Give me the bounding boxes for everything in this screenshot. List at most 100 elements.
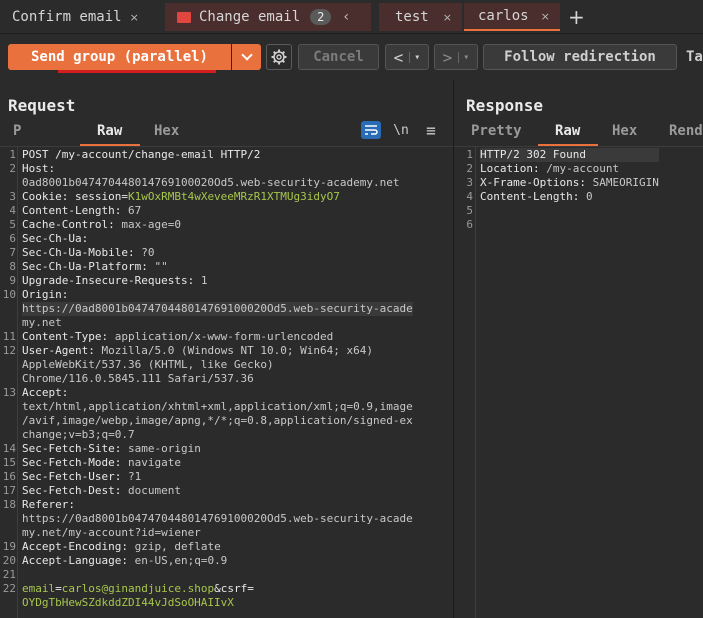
code-line: POST /my-account/change-email HTTP/2 bbox=[22, 148, 413, 162]
code-line: text/html,application/xhtml+xml,applicat… bbox=[22, 400, 413, 414]
code-line: Accept-Encoding: gzip, deflate bbox=[22, 540, 413, 554]
cancel-button[interactable]: Cancel bbox=[298, 44, 379, 70]
chevron-left-icon[interactable]: ‹ bbox=[343, 9, 349, 25]
tab-hex[interactable]: Hex bbox=[154, 123, 179, 139]
code-token: Sec-Fetch-Site: bbox=[22, 442, 128, 455]
code-line: Sec-Fetch-Mode: navigate bbox=[22, 456, 413, 470]
add-tab-button[interactable]: + bbox=[568, 3, 590, 31]
code-token: "" bbox=[154, 260, 168, 273]
code-token: ?1 bbox=[127, 470, 142, 483]
code-token: AppleWebKit/537.36 (KHTML, like Gecko) bbox=[22, 358, 274, 371]
code-token: Cookie: session= bbox=[22, 190, 128, 203]
code-line: Location: /my-account bbox=[480, 162, 659, 176]
code-token: OYDgTbHewSZdkddZDI44vJdSoOHAIIvX bbox=[22, 596, 234, 609]
code-line: Sec-Ch-Ua-Platform: "" bbox=[22, 260, 413, 274]
target-button[interactable]: Ta bbox=[686, 44, 703, 70]
code-token: Sec-Fetch-Dest: bbox=[22, 484, 128, 497]
code-line: Sec-Fetch-Dest: document bbox=[22, 484, 413, 498]
tab-carlos[interactable]: carlos × bbox=[464, 3, 560, 31]
count-badge: 2 bbox=[310, 9, 332, 25]
code-token: gzip, deflate bbox=[134, 540, 221, 553]
code-token: /my-account bbox=[546, 162, 620, 175]
code-line: X-Frame-Options: SAMEORIGIN bbox=[480, 176, 659, 190]
code-token: User-Agent: bbox=[22, 344, 102, 357]
request-title: Request bbox=[8, 96, 76, 115]
tab-bar: Confirm email × Change email 2 ‹ test × … bbox=[0, 0, 703, 34]
newline-icon[interactable]: \n bbox=[391, 121, 411, 139]
code-token: 67 bbox=[127, 204, 142, 217]
code-token: text/html,application/xhtml+xml,applicat… bbox=[22, 400, 413, 413]
code-token: 0ad8001b047470448014769100020Od5.web-sec… bbox=[22, 176, 400, 189]
send-dropdown-button[interactable] bbox=[232, 44, 261, 70]
tab-pretty[interactable]: P bbox=[13, 123, 21, 139]
tab-confirm-email[interactable]: Confirm email × bbox=[0, 3, 158, 31]
code-line: Sec-Fetch-User: ?1 bbox=[22, 470, 413, 484]
request-editor[interactable]: POST /my-account/change-email HTTP/2 Host… bbox=[22, 148, 413, 610]
code-token: Content-Type: bbox=[22, 330, 115, 343]
tab-label: Change email bbox=[199, 9, 301, 25]
forward-button[interactable]: > ▾ bbox=[434, 44, 478, 70]
close-icon[interactable]: × bbox=[541, 10, 550, 23]
code-line: Sec-Fetch-Site: same-origin bbox=[22, 442, 413, 456]
code-token: https://0ad8001b047470448014769100020Od5… bbox=[22, 512, 413, 525]
settings-button[interactable] bbox=[266, 44, 292, 70]
code-token: my.net bbox=[22, 316, 62, 329]
code-token: X-Frame-Options: bbox=[480, 176, 593, 189]
close-icon[interactable]: × bbox=[130, 11, 139, 24]
code-token: 0 bbox=[585, 190, 593, 203]
follow-redirection-button[interactable]: Follow redirection bbox=[483, 44, 677, 70]
code-line: Host: bbox=[22, 162, 413, 176]
tab-pretty[interactable]: Pretty bbox=[471, 123, 522, 139]
back-button[interactable]: < ▾ bbox=[385, 44, 429, 70]
code-line: Accept: bbox=[22, 386, 413, 400]
tab-label: carlos bbox=[478, 8, 529, 24]
code-line: Origin: bbox=[22, 288, 413, 302]
code-line: Sec-Ch-Ua-Mobile: ?0 bbox=[22, 246, 413, 260]
code-line: /avif,image/webp,image/apng,*/*;q=0.8,ap… bbox=[22, 414, 413, 428]
history-dropdown-icon[interactable]: ▾ bbox=[458, 51, 469, 63]
tab-raw[interactable]: Raw bbox=[97, 123, 122, 139]
code-line: HTTP/2 302 Found bbox=[480, 148, 659, 162]
code-token: max-age=0 bbox=[121, 218, 181, 231]
code-line: User-Agent: Mozilla/5.0 (Windows NT 10.0… bbox=[22, 344, 413, 358]
code-token: Chrome/116.0.5845.111 Safari/537.36 bbox=[22, 372, 254, 385]
code-token: https://0ad8001b047470448014769100020Od5… bbox=[22, 302, 413, 315]
send-group-button[interactable]: Send group (parallel) bbox=[8, 44, 231, 70]
tab-group-change-email[interactable]: Change email 2 ‹ bbox=[165, 3, 371, 31]
tab-render[interactable]: Rend bbox=[669, 123, 703, 139]
code-token: document bbox=[127, 484, 181, 497]
code-line: Content-Type: application/x-www-form-url… bbox=[22, 330, 413, 344]
code-line: my.net bbox=[22, 316, 413, 330]
code-token: email bbox=[22, 582, 56, 595]
menu-icon[interactable]: ≡ bbox=[421, 121, 441, 140]
code-token: application/x-www-form-urlencoded bbox=[114, 330, 334, 343]
tab-label: test bbox=[395, 9, 429, 25]
code-token: Content-Length: bbox=[22, 204, 128, 217]
code-line: email=carlos@ginandjuice.shop&csrf= bbox=[22, 582, 413, 596]
code-token: same-origin bbox=[127, 442, 201, 455]
tab-test[interactable]: test × bbox=[378, 3, 462, 31]
response-editor[interactable]: HTTP/2 302 Found Location: /my-account X-F… bbox=[480, 148, 659, 232]
gear-icon bbox=[271, 49, 287, 65]
tab-label: Confirm email bbox=[12, 9, 122, 25]
tab-raw[interactable]: Raw bbox=[555, 123, 580, 139]
separator bbox=[454, 146, 703, 147]
code-token: Host: bbox=[22, 162, 56, 175]
close-icon[interactable]: × bbox=[443, 11, 452, 24]
folder-icon bbox=[177, 11, 191, 23]
code-token: 1 bbox=[200, 274, 208, 287]
code-token: Content-Length: bbox=[480, 190, 586, 203]
request-line-numbers: 1 2 3 4 5 6 7 8 9 10 11 12 13 14 15 16 1… bbox=[2, 148, 16, 595]
code-line: Chrome/116.0.5845.111 Safari/537.36 bbox=[22, 372, 413, 386]
code-token: my.net/my-account?id=wiener bbox=[22, 526, 201, 539]
tab-hex[interactable]: Hex bbox=[612, 123, 637, 139]
code-token: Accept-Language: bbox=[22, 554, 135, 567]
code-token: SAMEORIGIN bbox=[592, 176, 659, 189]
word-wrap-icon[interactable] bbox=[361, 121, 381, 139]
code-token: HTTP/2 302 Found bbox=[480, 148, 586, 161]
history-dropdown-icon[interactable]: ▾ bbox=[409, 51, 420, 63]
code-token: navigate bbox=[127, 456, 181, 469]
code-token: Sec-Ch-Ua: bbox=[22, 232, 89, 245]
